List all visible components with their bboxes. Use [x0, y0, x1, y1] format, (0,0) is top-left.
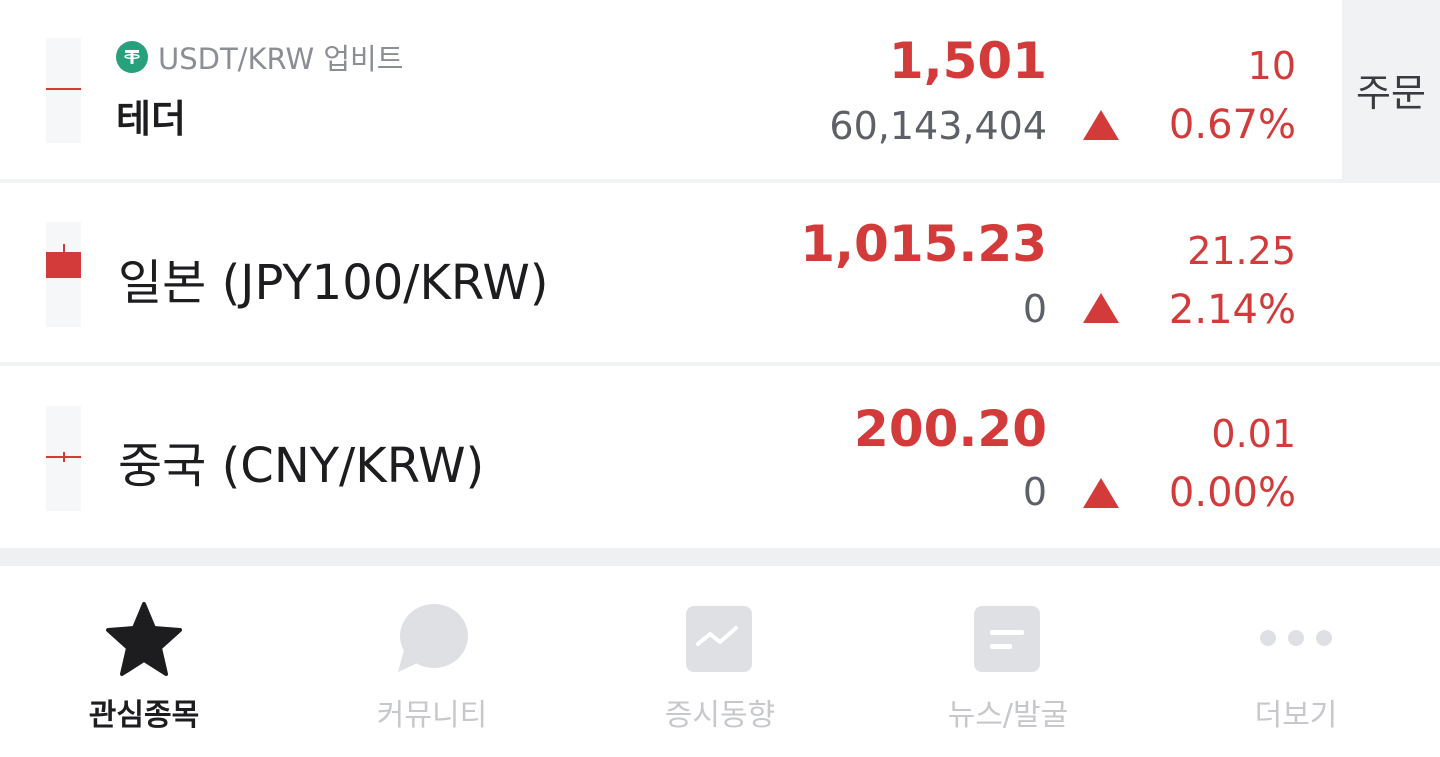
- star-icon: [104, 600, 184, 680]
- order-button[interactable]: 주문: [1342, 0, 1440, 179]
- change-rate: 0.00%: [1168, 470, 1296, 516]
- more-dots-icon: [1256, 600, 1336, 680]
- volume: 0: [1022, 287, 1047, 331]
- tab-label: 커뮤니티: [376, 698, 488, 733]
- trend-chart-icon: [680, 600, 760, 680]
- bottom-tab-bar: 관심종목 커뮤니티 증시동향 뉴스/발굴 더보기: [0, 566, 1440, 757]
- tether-icon: [116, 41, 148, 73]
- asset-name: 중국 (CNY/KRW): [118, 438, 485, 494]
- list-item[interactable]: 일본 (JPY100/KRW) 1,015.23 0 21.25 2.14%: [0, 183, 1440, 362]
- change-amount: 21.25: [1187, 229, 1296, 273]
- tab-watchlist[interactable]: 관심종목: [0, 566, 288, 757]
- market-label: USDT/KRW 업비트: [158, 42, 404, 76]
- tab-label: 더보기: [1254, 698, 1338, 733]
- tab-market-trend[interactable]: 증시동향: [576, 566, 864, 757]
- mini-candle-chart: [46, 222, 81, 327]
- volume: 60,143,404: [829, 104, 1047, 148]
- up-triangle-icon: [1083, 293, 1119, 323]
- news-icon: [968, 600, 1048, 680]
- market-info: USDT/KRW 업비트: [116, 36, 403, 78]
- price: 200.20: [854, 400, 1047, 458]
- change-amount: 0.01: [1211, 412, 1296, 456]
- up-triangle-icon: [1083, 478, 1119, 508]
- tab-community[interactable]: 커뮤니티: [288, 566, 576, 757]
- price: 1,015.23: [800, 215, 1047, 273]
- mini-candle-chart: [46, 406, 81, 511]
- change-rate: 2.14%: [1168, 287, 1296, 333]
- section-separator: [0, 548, 1440, 566]
- price: 1,501: [888, 32, 1047, 90]
- volume: 0: [1022, 470, 1047, 514]
- chat-bubble-icon: [392, 600, 472, 680]
- tab-label: 관심종목: [88, 698, 200, 733]
- tab-more[interactable]: 더보기: [1152, 566, 1440, 757]
- mini-candle-chart: [46, 38, 81, 143]
- change-rate: 0.67%: [1168, 102, 1296, 148]
- tab-news[interactable]: 뉴스/발굴: [864, 566, 1152, 757]
- up-triangle-icon: [1083, 110, 1119, 140]
- list-item[interactable]: 중국 (CNY/KRW) 200.20 0 0.01 0.00%: [0, 366, 1440, 548]
- list-item[interactable]: USDT/KRW 업비트 테더 1,501 60,143,404 10 0.67…: [0, 0, 1440, 179]
- tab-label: 증시동향: [664, 698, 776, 733]
- change-amount: 10: [1247, 44, 1296, 88]
- tab-label: 뉴스/발굴: [947, 698, 1069, 733]
- asset-name: 일본 (JPY100/KRW): [118, 255, 549, 311]
- asset-name: 테더: [116, 97, 186, 141]
